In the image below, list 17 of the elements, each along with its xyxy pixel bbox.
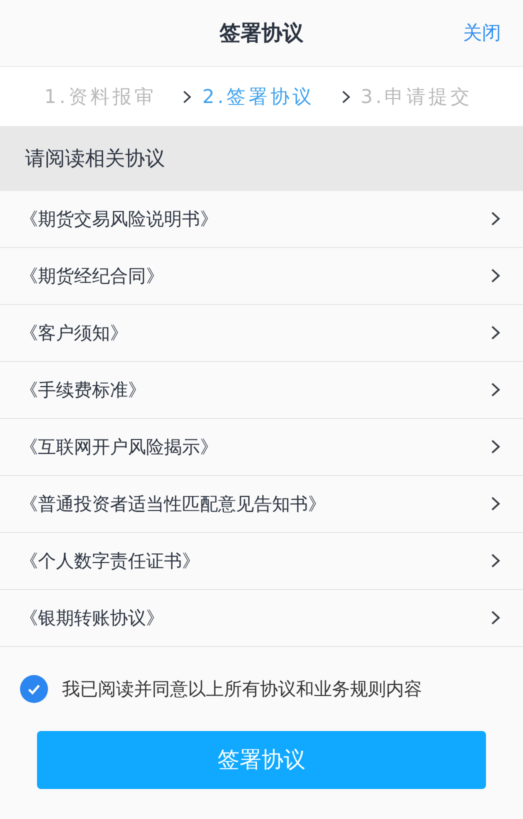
step-label: 3.申请提交 — [360, 84, 473, 110]
chevron-right-icon — [490, 382, 501, 398]
chevron-right-icon — [490, 496, 501, 512]
consent-label: 我已阅读并同意以上所有协议和业务规则内容 — [62, 678, 422, 701]
section-title: 请阅读相关协议 — [25, 145, 165, 172]
consent-checkbox[interactable] — [20, 675, 48, 703]
chevron-right-icon — [490, 439, 501, 455]
chevron-right-icon — [490, 268, 501, 284]
step-label: 1.资料报审 — [44, 84, 156, 110]
chevron-right-icon — [490, 325, 501, 341]
chevron-right-icon — [490, 211, 501, 227]
chevron-right-icon — [182, 90, 192, 104]
page-title: 签署协议 — [220, 20, 304, 47]
chevron-right-icon — [340, 90, 351, 104]
step-label: 2.签署协议 — [202, 84, 315, 110]
chevron-right-icon — [490, 553, 501, 569]
chevron-right-icon — [490, 610, 501, 626]
